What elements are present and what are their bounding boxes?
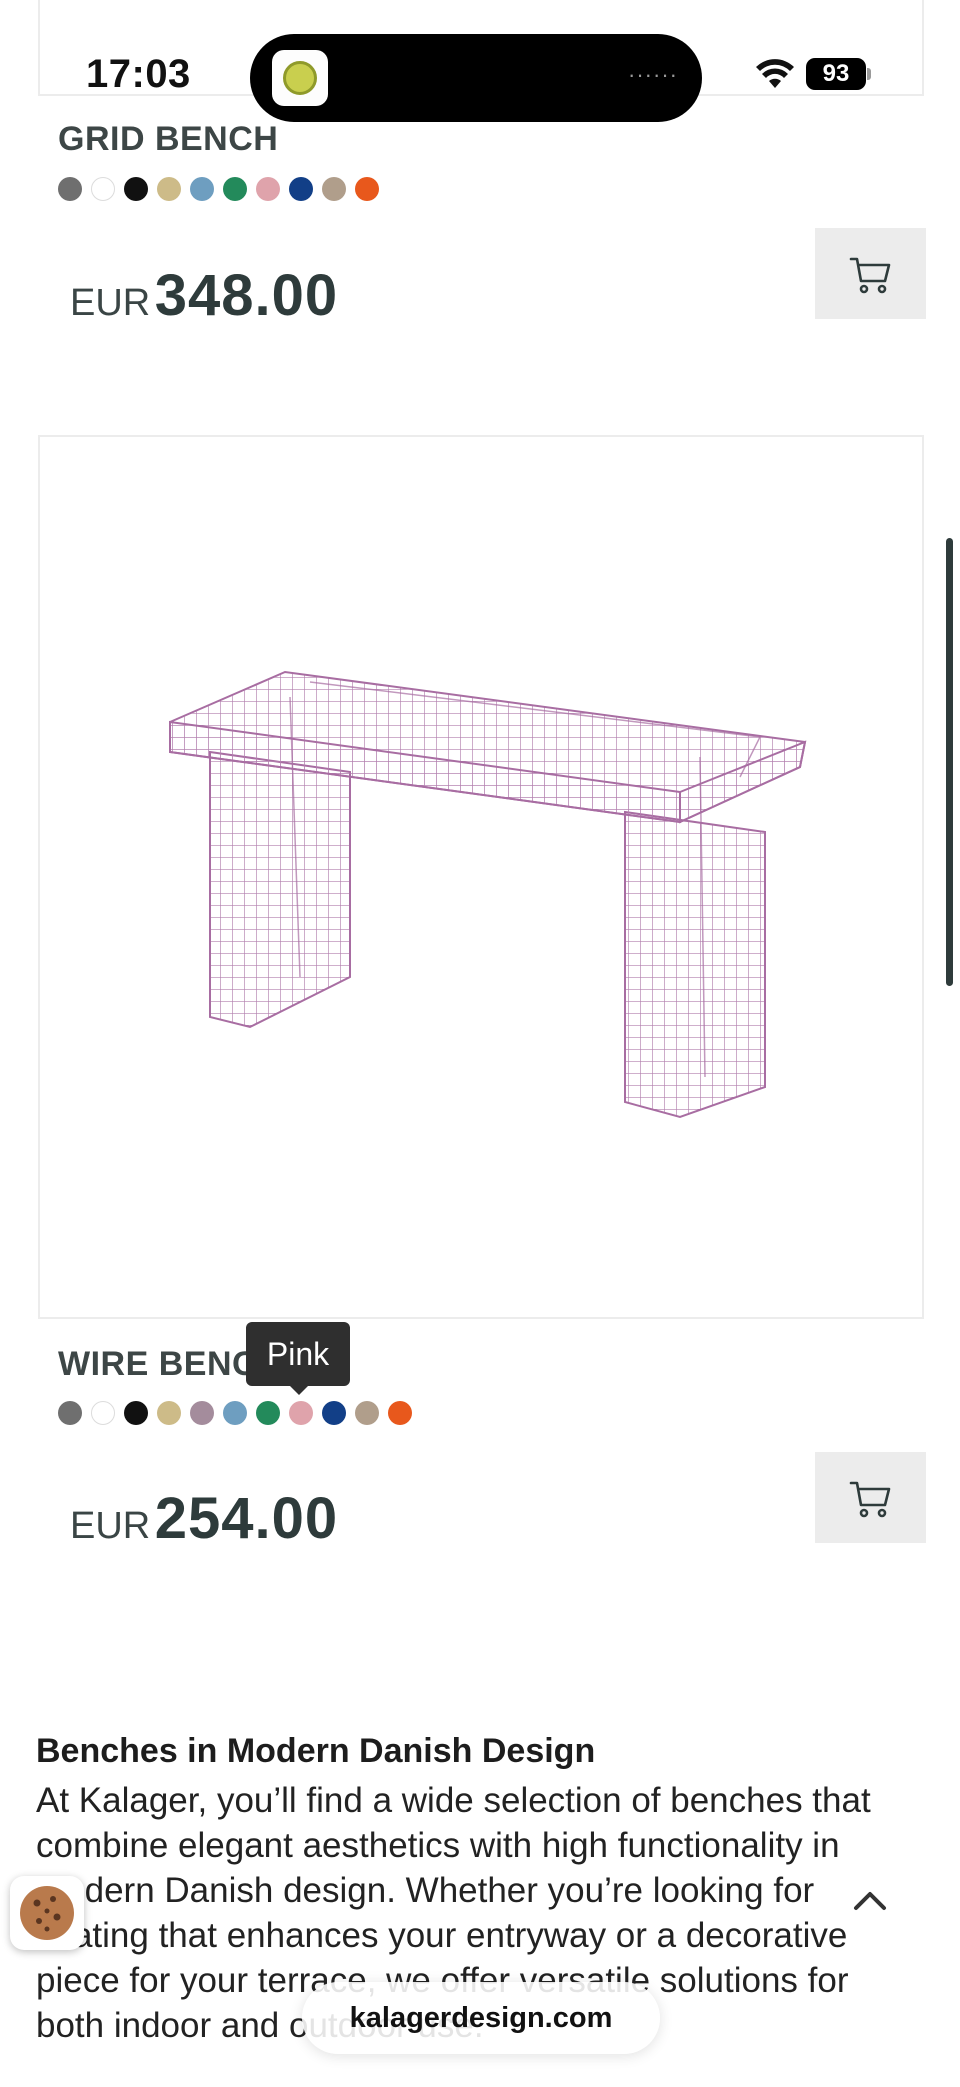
scroll-to-top-button[interactable] bbox=[848, 1878, 892, 1922]
category-description-title: Benches in Modern Danish Design bbox=[36, 1732, 596, 1770]
color-swatch[interactable] bbox=[322, 177, 346, 201]
dynamic-island: ······ bbox=[250, 34, 702, 122]
product-image-wire-bench[interactable] bbox=[38, 435, 924, 1319]
color-swatch[interactable] bbox=[124, 1401, 148, 1425]
battery-icon: 93 bbox=[806, 58, 866, 90]
status-time: 17:03 bbox=[86, 52, 191, 96]
address-bar[interactable]: kalagerdesign.com bbox=[302, 1982, 660, 2054]
chevron-up-icon bbox=[854, 1892, 886, 1910]
color-tooltip: Pink bbox=[246, 1322, 350, 1386]
color-swatch[interactable] bbox=[289, 1401, 313, 1425]
price-currency: EUR bbox=[70, 282, 151, 324]
add-to-cart-button[interactable] bbox=[815, 228, 926, 319]
color-swatch[interactable] bbox=[91, 1401, 115, 1425]
color-swatch[interactable] bbox=[223, 177, 247, 201]
color-swatch[interactable] bbox=[190, 177, 214, 201]
price-grid-bench: EUR 348.00 bbox=[70, 262, 338, 329]
status-bar: 17:03 ······ 93 bbox=[0, 0, 960, 130]
app-thumbnail-icon bbox=[272, 50, 328, 106]
color-swatch[interactable] bbox=[256, 177, 280, 201]
price-currency: EUR bbox=[70, 1505, 151, 1547]
color-swatch[interactable] bbox=[223, 1401, 247, 1425]
wifi-icon bbox=[756, 59, 794, 88]
color-swatch[interactable] bbox=[58, 1401, 82, 1425]
color-swatch[interactable] bbox=[157, 1401, 181, 1425]
color-swatch[interactable] bbox=[157, 177, 181, 201]
color-swatch[interactable] bbox=[58, 177, 82, 201]
color-swatch[interactable] bbox=[190, 1401, 214, 1425]
cookie-icon bbox=[20, 1886, 74, 1940]
cart-icon bbox=[849, 1481, 890, 1517]
price-wire-bench: EUR 254.00 bbox=[70, 1485, 338, 1552]
cart-icon bbox=[849, 257, 890, 293]
color-swatch[interactable] bbox=[289, 177, 313, 201]
add-to-cart-button[interactable] bbox=[815, 1452, 926, 1543]
battery-cap bbox=[867, 68, 871, 80]
color-swatch[interactable] bbox=[91, 177, 115, 201]
page-scrollbar[interactable] bbox=[946, 538, 953, 986]
color-swatch[interactable] bbox=[124, 177, 148, 201]
tooltip-arrow bbox=[289, 1385, 309, 1395]
color-swatch[interactable] bbox=[388, 1401, 412, 1425]
cookie-settings-button[interactable] bbox=[10, 1876, 84, 1950]
price-value: 254.00 bbox=[154, 1486, 339, 1551]
color-swatch[interactable] bbox=[256, 1401, 280, 1425]
color-swatch[interactable] bbox=[355, 177, 379, 201]
color-swatch[interactable] bbox=[322, 1401, 346, 1425]
wire-bench-image bbox=[169, 670, 807, 1119]
island-dots: ······ bbox=[628, 62, 678, 87]
product-name-grid-bench[interactable]: GRID BENCH bbox=[58, 120, 278, 159]
price-value: 348.00 bbox=[154, 263, 339, 328]
color-swatch[interactable] bbox=[355, 1401, 379, 1425]
